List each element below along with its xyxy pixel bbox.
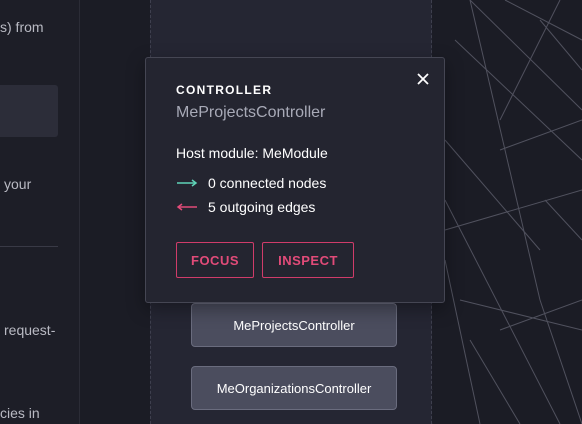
graph-node[interactable]: MeOrganizationsController: [191, 366, 397, 410]
close-icon: [417, 73, 429, 85]
outgoing-edges-text: 5 outgoing edges: [208, 199, 316, 215]
graph-node[interactable]: MeProjectsController: [191, 303, 397, 347]
node-title: MeProjectsController: [176, 104, 326, 121]
node-kind-label: CONTROLLER: [176, 83, 273, 97]
outgoing-edges-stat: 5 outgoing edges: [176, 198, 315, 216]
inspect-button[interactable]: INSPECT: [262, 242, 354, 278]
host-module-text: Host module: MeModule: [176, 145, 328, 161]
arrow-left-icon: [176, 203, 197, 211]
arrow-right-icon: [177, 179, 198, 187]
focus-button[interactable]: FOCUS: [176, 242, 254, 278]
node-details-popup: CONTROLLER MeProjectsController Host mod…: [145, 57, 445, 303]
connected-nodes-text: 0 connected nodes: [208, 175, 327, 191]
page: s) from your request- cies in MeProjects…: [0, 0, 582, 424]
close-button[interactable]: [414, 70, 432, 88]
connected-nodes-stat: 0 connected nodes: [176, 174, 326, 192]
